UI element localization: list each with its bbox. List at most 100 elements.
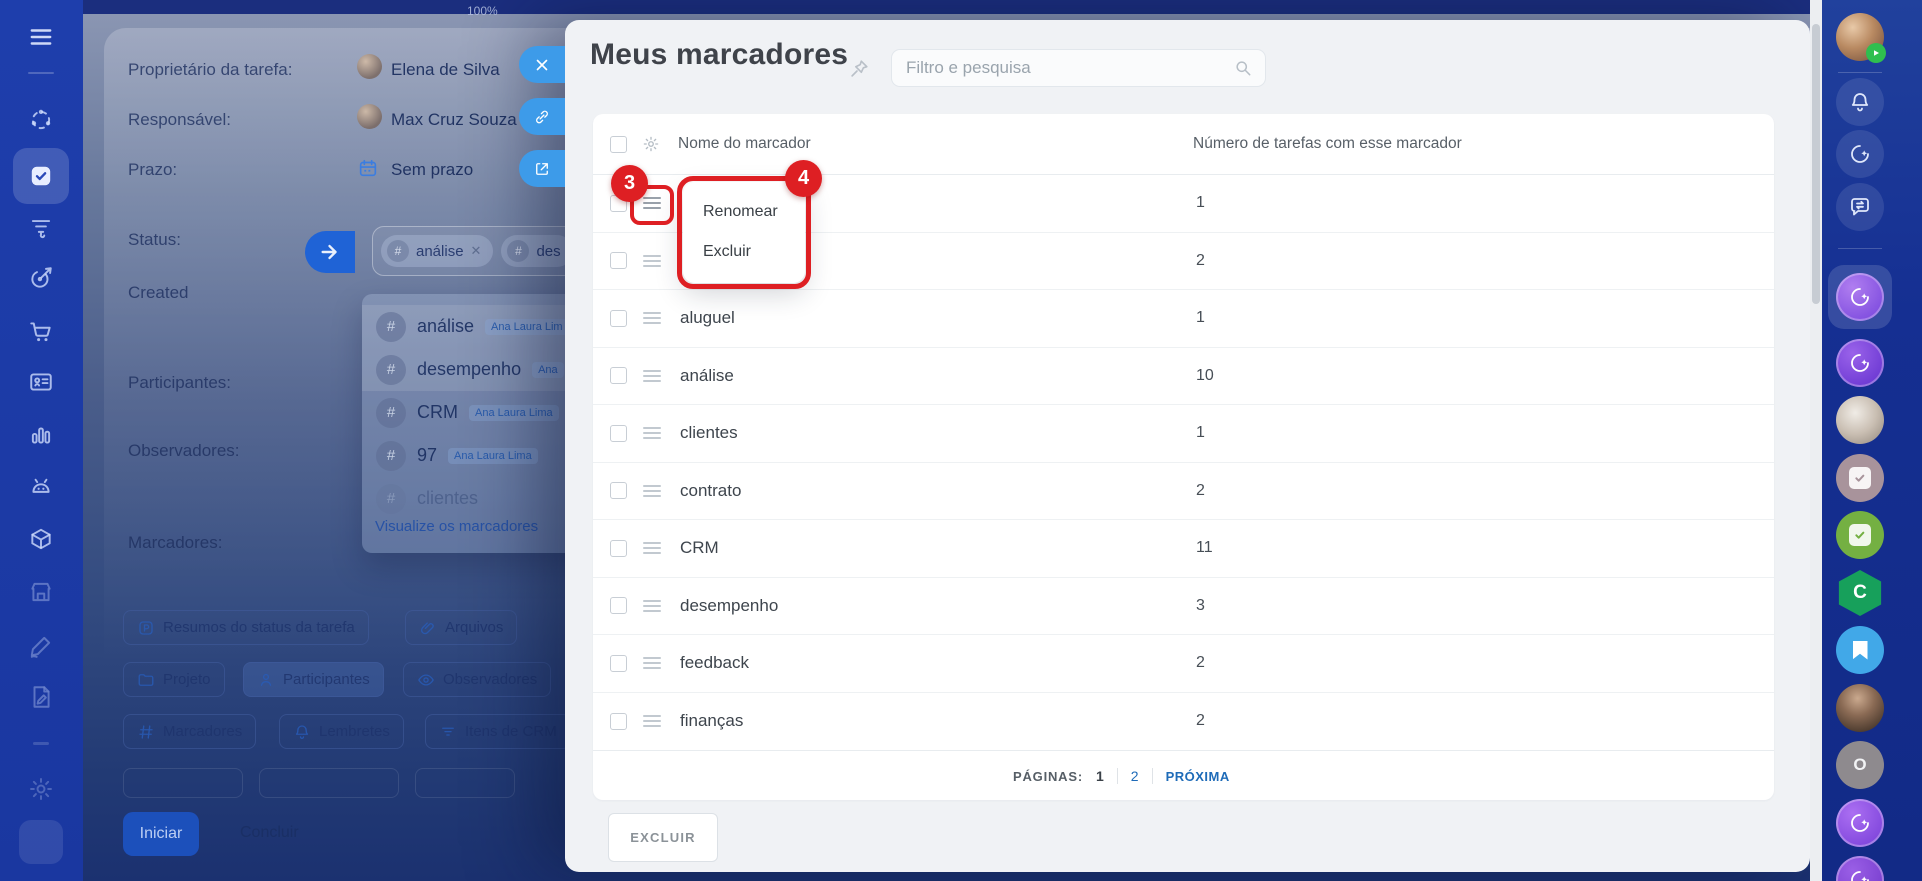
copilot-active-icon[interactable] [1836,273,1884,321]
top-bar [83,0,1822,14]
remove-tag-icon[interactable]: ✕ [471,243,482,259]
owner-value[interactable]: Elena de Silva [391,60,500,80]
menu-icon[interactable] [28,24,54,50]
store-icon[interactable] [28,579,54,605]
row-checkbox[interactable] [610,309,627,327]
row-menu-icon[interactable] [643,367,661,385]
notifications-bell-icon[interactable] [1836,78,1884,126]
scrollbar-track[interactable] [1810,0,1822,881]
chip-observers[interactable]: Observadores [403,662,552,697]
open-new-window-button[interactable] [519,150,565,187]
page-2[interactable]: 2 [1131,768,1139,784]
status-arrow-button[interactable] [305,231,355,273]
table-row[interactable]: clientes 1 [593,405,1774,463]
bar-chart-icon[interactable] [28,422,54,448]
hash-icon: # [376,311,406,342]
search-icon[interactable] [1233,58,1253,78]
bookmark-badge-icon[interactable] [1836,626,1884,674]
page-1[interactable]: 1 [1096,768,1104,784]
table-settings-gear-icon[interactable] [642,135,660,153]
package-icon[interactable] [28,526,54,552]
tasks-check-icon[interactable] [28,163,54,189]
table-row[interactable]: feedback 2 [593,635,1774,693]
row-checkbox[interactable] [610,712,627,730]
chip-project[interactable]: Projeto [123,662,225,697]
cart-icon[interactable] [28,318,54,344]
app-screen: 100% Proprietário da tarefa: Elena de Si… [0,0,1922,881]
tag-chip[interactable]: # des [501,235,573,267]
row-menu-icon[interactable] [643,712,661,730]
table-row[interactable]: CRM 11 [593,520,1774,578]
gear-icon[interactable] [28,776,54,802]
row-checkbox[interactable] [610,424,627,442]
right-rail: C O [1822,0,1922,881]
table-row[interactable]: desempenho 3 [593,578,1774,635]
row-checkbox[interactable] [610,597,627,615]
sign-pencil-icon[interactable] [28,633,54,659]
row-checkbox[interactable] [610,654,627,672]
deadline-value[interactable]: Sem prazo [391,160,473,180]
view-markers-link[interactable]: Visualize os marcadores [375,518,538,535]
row-checkbox[interactable] [610,367,627,385]
row-menu-icon[interactable] [643,654,661,672]
tasks-badge-green[interactable] [1836,511,1884,559]
hash-icon: # [376,397,406,428]
crm-funnel-icon[interactable] [28,214,54,240]
search-input[interactable] [904,57,1233,79]
profile-avatar[interactable] [19,820,63,864]
created-label: Created [128,283,189,302]
select-all-checkbox[interactable] [610,135,627,153]
avatar[interactable] [1836,684,1884,732]
table-row[interactable]: finanças 2 [593,693,1774,751]
row-menu-icon[interactable] [643,482,661,500]
circle-badge[interactable]: O [1836,741,1884,789]
chip-participants[interactable]: Participantes [243,662,384,697]
row-menu-icon[interactable] [643,252,661,270]
more-icon[interactable] [33,742,49,745]
pin-icon[interactable] [848,58,870,80]
tasks-badge-rose[interactable] [1836,454,1884,502]
chip-status-summary[interactable]: Resumos do status da tarefa [123,610,369,645]
document-icon[interactable] [28,684,54,710]
row-checkbox[interactable] [610,252,627,270]
copilot-swirl-icon[interactable] [1836,130,1884,178]
chip-crm-items[interactable]: Itens de CRM [425,714,571,749]
marketing-target-icon[interactable] [28,265,54,291]
table-row[interactable]: aluguel 1 [593,290,1774,348]
row-menu-icon[interactable] [643,424,661,442]
row-checkbox[interactable] [610,482,627,500]
row-menu-icon[interactable] [643,539,661,557]
chip-files[interactable]: Arquivos [405,610,518,645]
chat-sync-icon[interactable] [1836,183,1884,231]
table-row[interactable]: análise 10 [593,348,1774,405]
page-title: Meus marcadores [590,38,849,71]
column-header-count[interactable]: Número de tarefas com esse marcador [1193,135,1462,153]
chip-reminders[interactable]: Lembretes [279,714,404,749]
eye-icon [417,671,435,689]
copilot-icon[interactable] [1836,799,1884,847]
close-button[interactable] [519,46,565,83]
hexagon-badge[interactable]: C [1838,569,1882,617]
row-menu-icon[interactable] [643,597,661,615]
delete-button[interactable]: EXCLUIR [608,813,718,862]
next-page-link[interactable]: PRÓXIMA [1166,769,1230,784]
chip-markers[interactable]: Marcadores [123,714,257,749]
tag-chip[interactable]: # análise ✕ [381,235,494,267]
column-header-name[interactable]: Nome do marcador [678,135,811,153]
copilot-icon[interactable] [1836,856,1884,881]
copilot-icon[interactable] [1836,339,1884,387]
row-checkbox[interactable] [610,539,627,557]
hash-icon: # [387,240,409,262]
network-icon[interactable] [28,107,54,133]
scrollbar-thumb[interactable] [1812,24,1820,304]
complete-button[interactable]: Concluir [240,824,299,842]
contact-card-icon[interactable] [28,369,54,395]
robot-icon[interactable] [28,474,54,500]
avatar[interactable] [1836,396,1884,444]
copy-link-button[interactable] [519,98,565,135]
table-row[interactable]: contrato 2 [593,463,1774,520]
row-menu-icon[interactable] [643,309,661,327]
start-button[interactable]: Iniciar [123,812,199,856]
assignee-value[interactable]: Max Cruz Souza [391,110,517,130]
annotation-box-context-menu [677,176,811,289]
